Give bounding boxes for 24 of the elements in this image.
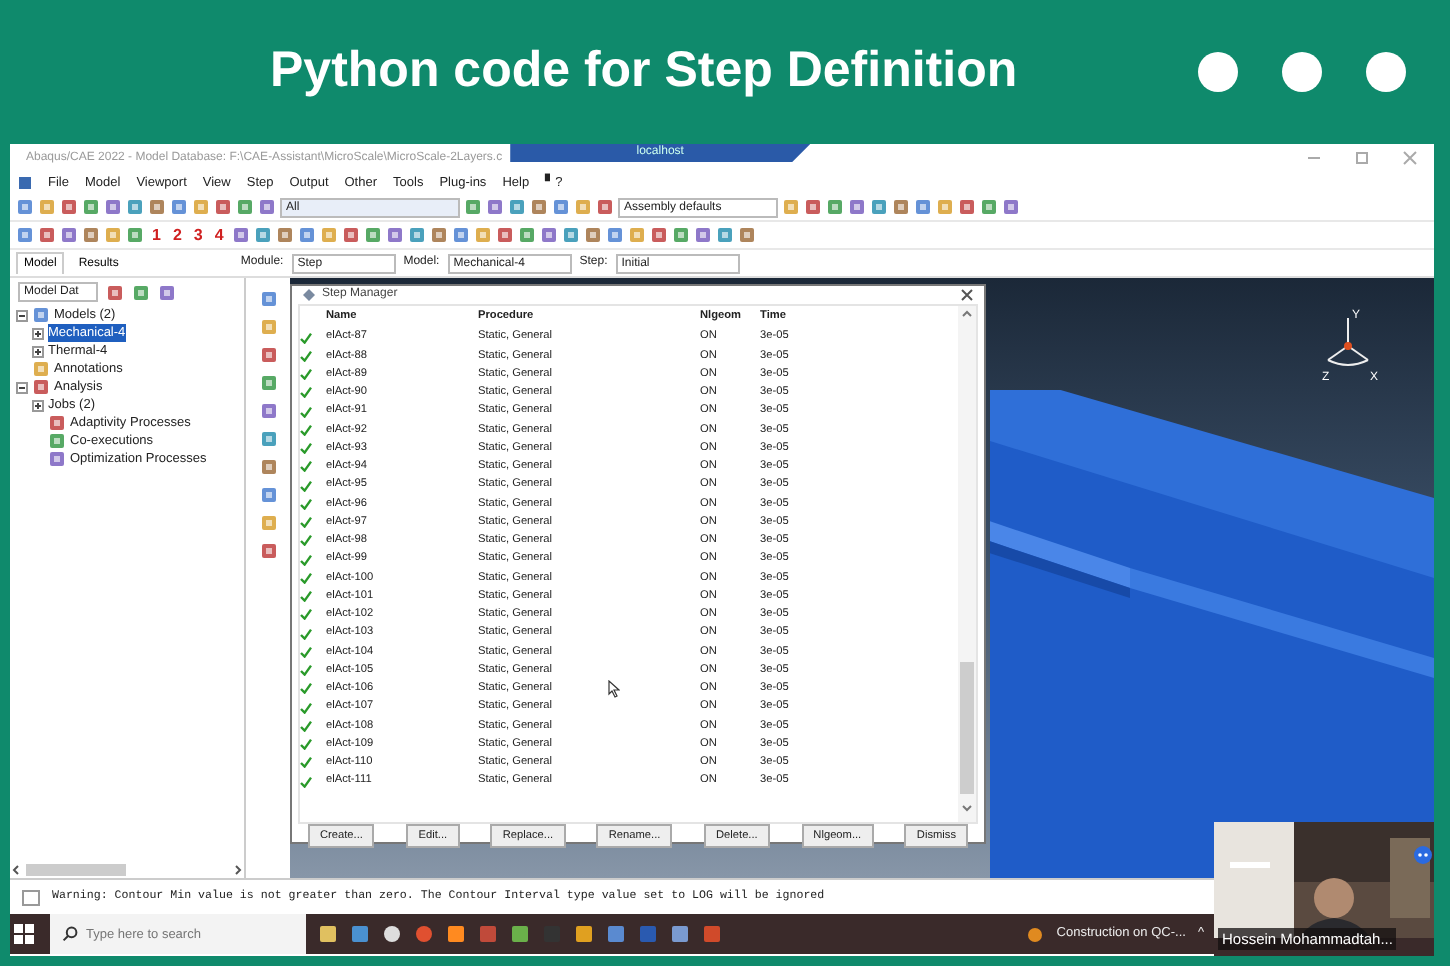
collapse-icon[interactable]	[16, 309, 28, 321]
message-icon	[22, 889, 40, 905]
close-icon[interactable]	[960, 288, 974, 302]
viewport-number-button[interactable]: 2	[168, 223, 186, 247]
start-icon[interactable]	[10, 922, 38, 946]
horizontal-scrollbar[interactable]	[10, 862, 244, 878]
mouse-pointer-icon	[608, 680, 620, 698]
dialog-icon	[302, 288, 316, 302]
expand-icon[interactable]	[32, 399, 44, 411]
viewport-number-button[interactable]: 1	[148, 223, 165, 247]
maximize-icon[interactable]	[1354, 150, 1370, 166]
viewport-number-button[interactable]: 3	[189, 223, 207, 247]
vertical-scrollbar[interactable]	[958, 306, 976, 822]
more-icon[interactable]	[1414, 846, 1432, 864]
expand-icon[interactable]	[32, 345, 44, 357]
notification-icon[interactable]	[1026, 925, 1045, 943]
collapse-icon[interactable]	[16, 381, 28, 393]
app-icon	[18, 176, 32, 190]
expand-icon[interactable]	[32, 327, 44, 339]
dot-icon	[1282, 52, 1322, 92]
viewport-number-button[interactable]: 4	[210, 223, 228, 247]
dot-icon	[1198, 52, 1238, 92]
slide-title: Python code for Step Definition	[270, 40, 1020, 103]
dot-icon	[1366, 52, 1406, 92]
